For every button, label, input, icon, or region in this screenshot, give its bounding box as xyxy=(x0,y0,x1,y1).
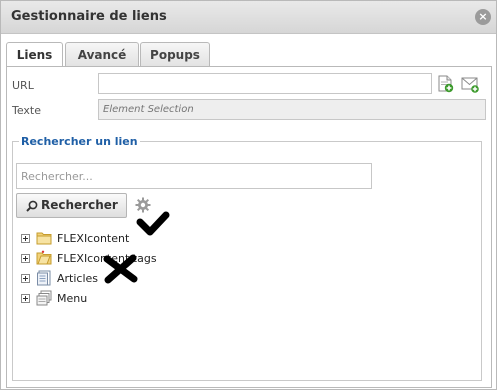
folder-icon xyxy=(36,232,52,245)
expand-icon[interactable] xyxy=(21,274,30,283)
expand-icon[interactable] xyxy=(21,234,30,243)
expand-icon[interactable] xyxy=(21,254,30,263)
tab-popups[interactable]: Popups xyxy=(140,42,210,67)
search-icon xyxy=(26,200,38,212)
checkmark-icon xyxy=(136,211,170,236)
link-manager-dialog: Gestionnaire de liens × Liens Avancé Pop… xyxy=(0,0,497,390)
url-input[interactable] xyxy=(98,73,432,94)
tree-item-label: Menu xyxy=(57,292,88,305)
close-icon[interactable]: × xyxy=(475,9,491,25)
title-bar: Gestionnaire de liens × xyxy=(1,1,496,34)
tree-item-label: Articles xyxy=(57,272,99,285)
tab-avance[interactable]: Avancé xyxy=(65,42,139,67)
search-fieldset: Rechercher un lien Rechercher... Recherc… xyxy=(12,135,482,381)
email-link-icon[interactable] xyxy=(461,75,479,93)
tree-item-label: FLEXIcontent xyxy=(57,232,130,245)
tag-folder-icon xyxy=(36,250,52,265)
url-label: URL xyxy=(12,79,34,92)
search-input[interactable] xyxy=(16,163,372,189)
search-button-label: Rechercher xyxy=(41,198,118,212)
new-document-icon[interactable] xyxy=(436,75,454,93)
search-button[interactable]: Rechercher xyxy=(16,193,127,218)
text-label: Texte xyxy=(12,104,42,117)
text-input xyxy=(98,99,486,120)
tab-panel-liens: URL Texte Rechercher un lien xyxy=(6,66,492,388)
cross-icon xyxy=(103,254,138,284)
menu-icon xyxy=(36,290,52,306)
article-icon xyxy=(37,270,51,286)
expand-icon[interactable] xyxy=(21,294,30,303)
search-legend: Rechercher un lien xyxy=(21,135,138,148)
tab-liens[interactable]: Liens xyxy=(6,42,63,68)
dialog-title: Gestionnaire de liens xyxy=(11,9,167,24)
